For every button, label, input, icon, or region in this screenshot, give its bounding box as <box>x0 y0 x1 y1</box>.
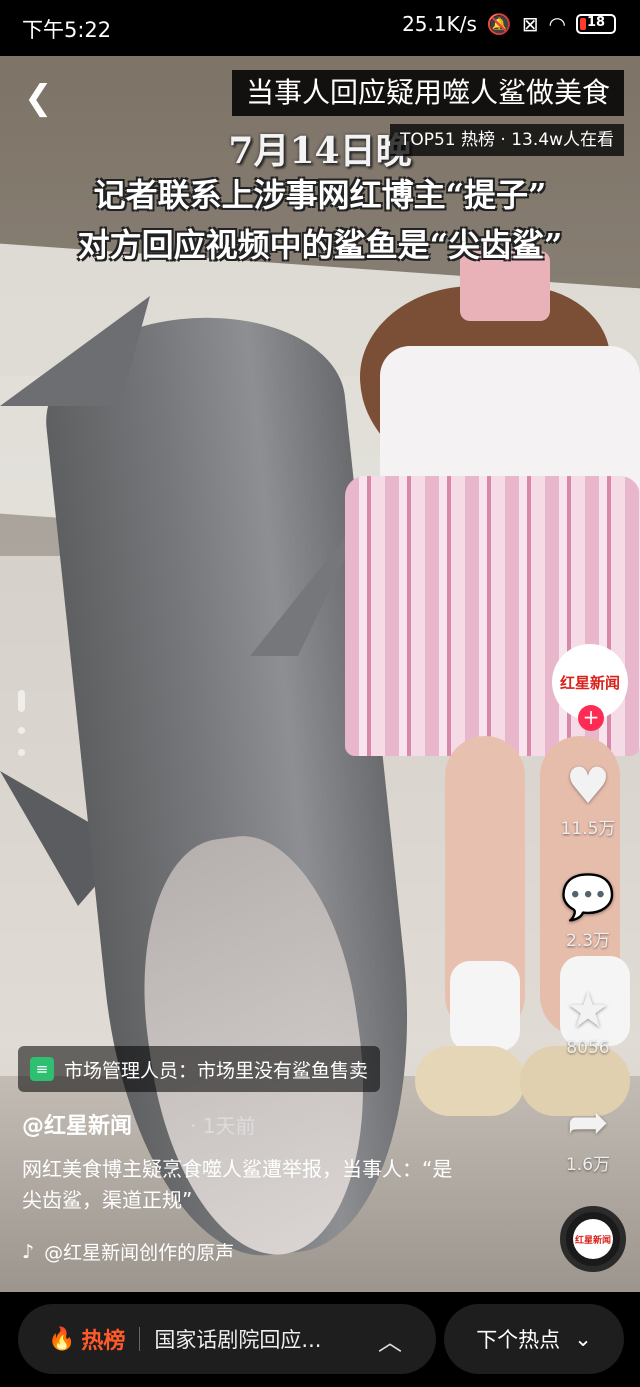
share-count: 1.6万 <box>565 1155 611 1175</box>
author-name[interactable]: @红星新闻 <box>22 1108 132 1140</box>
avatar-text: 红星新闻 <box>559 673 620 692</box>
divider <box>139 1327 141 1351</box>
post-time: · 1天前 <box>190 1114 256 1138</box>
screen: 下午5:22 25.1K/s 🔕 ⊠ ◠ 18 7月14日晚 记者联系上涉事网红… <box>0 0 640 1387</box>
video-title[interactable]: 当事人回应疑用噬人鲨做美食 <box>231 70 624 116</box>
music-disc[interactable]: 红星新闻 <box>560 1206 626 1272</box>
next-hot-label: 下个热点 <box>476 1328 561 1352</box>
caption-line-1: 记者联系上涉事网红博主“提子” <box>93 176 547 214</box>
back-button[interactable]: ❮ <box>24 78 64 118</box>
double-chevron-down-icon: ⌄ <box>574 1327 592 1351</box>
related-topic-tag[interactable]: ≡ 市场管理人员：市场里没有鲨鱼售卖 <box>18 1046 381 1092</box>
caption-line-2: 对方回应视频中的鲨鱼是“尖齿鲨” <box>77 226 563 264</box>
hot-topic: 国家话剧院回应... <box>154 1328 322 1352</box>
status-icons: 25.1K/s 🔕 ⊠ ◠ 18 <box>402 12 616 36</box>
status-time: 下午5:22 <box>22 18 112 42</box>
viewer-count: 13.4w人在看 <box>511 130 614 150</box>
comment-button[interactable]: 💬 2.3万 <box>548 870 628 951</box>
like-count: 11.5万 <box>560 819 616 839</box>
music-info[interactable]: ♪ @红星新闻创作的原声 <box>22 1238 234 1265</box>
follow-button[interactable]: + <box>578 705 604 731</box>
hot-rank: TOP51 热榜 <box>399 130 496 150</box>
comment-icon: 💬 <box>560 872 616 923</box>
music-disc-logo: 红星新闻 <box>573 1219 613 1259</box>
chevron-up-icon[interactable]: ︿ <box>378 1322 402 1357</box>
share-arrow-icon: ➦ <box>567 1093 609 1151</box>
battery-icon: 18 <box>576 14 616 34</box>
mute-bell-icon: 🔕 <box>486 12 512 36</box>
video-description[interactable]: 网红美食博主疑烹食噬人鲨遭举报，当事人：“是尖齿鲨，渠道正规” <box>22 1154 462 1216</box>
music-title: @红星新闻创作的原声 <box>44 1242 235 1264</box>
person-shoe <box>415 1046 525 1116</box>
flame-icon: 🔥 <box>48 1326 76 1352</box>
person-sock <box>450 961 520 1051</box>
sim-off-icon: ⊠ <box>521 12 539 36</box>
hot-list-label: 热榜 <box>81 1329 126 1354</box>
share-button[interactable]: ➦ 1.6万 <box>548 1094 628 1175</box>
music-note-icon: ♪ <box>22 1240 35 1263</box>
separator-dot: · <box>500 130 512 150</box>
favorite-button[interactable]: ★ 8056 <box>548 982 628 1058</box>
status-bar: 下午5:22 25.1K/s 🔕 ⊠ ◠ 18 <box>0 0 640 56</box>
bottom-bar: 🔥 热榜 国家话剧院回应... ︿ 下个热点 ⌄ <box>0 1292 640 1387</box>
battery-level: 18 <box>586 15 606 30</box>
wifi-icon: ◠ <box>548 12 566 36</box>
post-time-text: 1天前 <box>202 1114 256 1138</box>
related-topic-text: 市场管理人员：市场里没有鲨鱼售卖 <box>64 1059 369 1082</box>
hot-rank-badge[interactable]: TOP51 热榜 · 13.4w人在看 <box>389 124 624 156</box>
heart-icon: ♥ <box>565 757 611 815</box>
favorite-count: 8056 <box>566 1038 610 1058</box>
document-icon: ≡ <box>30 1057 54 1081</box>
like-button[interactable]: ♥ 11.5万 <box>548 758 628 839</box>
hot-list-bar[interactable]: 🔥 热榜 国家话剧院回应... ︿ <box>18 1304 436 1374</box>
comment-count: 2.3万 <box>565 931 611 951</box>
net-speed: 25.1K/s <box>402 12 477 36</box>
star-icon: ★ <box>565 981 611 1039</box>
next-hot-button[interactable]: 下个热点 ⌄ <box>444 1304 624 1374</box>
chevron-left-icon: ❮ <box>24 78 53 118</box>
page-indicator <box>18 690 26 771</box>
